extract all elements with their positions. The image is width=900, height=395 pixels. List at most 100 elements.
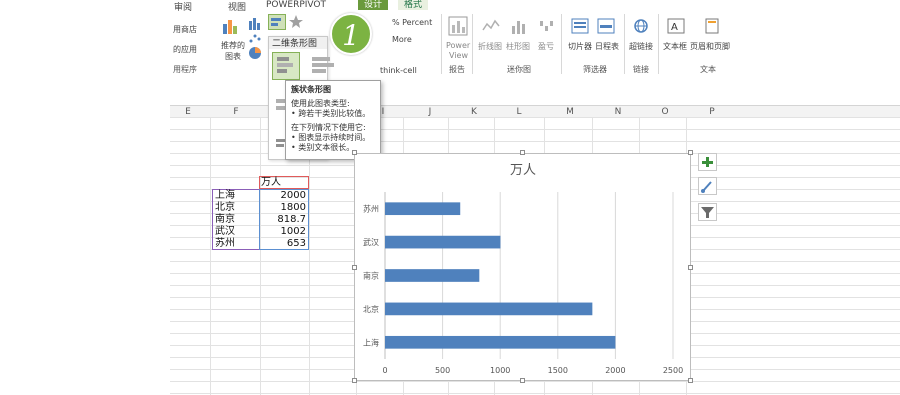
- ribbon-tabs: 审阅 视图 POWERPIVOT 设计 格式: [170, 0, 900, 13]
- column-header-m[interactable]: M: [550, 107, 590, 117]
- bar-dropdown-title: 二维条形图: [272, 39, 318, 49]
- x-tick-label: 500: [435, 366, 450, 375]
- recommended-charts-button[interactable]: 推荐的: [221, 40, 245, 51]
- cell-value[interactable]: 818.7: [262, 214, 306, 226]
- sparkline-column-icon: [510, 18, 528, 34]
- chart-title: 万人: [510, 163, 536, 178]
- y-category-label: 北京: [363, 304, 379, 314]
- ribbon-separator: [658, 14, 659, 74]
- bar-0: [385, 335, 616, 349]
- column-header-l[interactable]: L: [499, 107, 539, 117]
- star-chart-icon[interactable]: [288, 14, 306, 30]
- hyperlink-icon: [632, 18, 650, 34]
- chart-resize-handle[interactable]: [352, 150, 357, 155]
- sparkline-column-button[interactable]: 柱形图: [506, 41, 530, 52]
- x-tick-label: 2500: [663, 366, 683, 375]
- stacked-bar-thumbnail[interactable]: [310, 54, 338, 76]
- plus-icon: [702, 157, 713, 167]
- cell-city[interactable]: 南京: [215, 214, 235, 226]
- my-apps-button[interactable]: 的应用: [173, 44, 197, 55]
- sparkline-group-label: 迷你图: [507, 65, 531, 74]
- chart-resize-handle[interactable]: [688, 378, 693, 383]
- chart-canvas: 万人 0 500 1000 1500 2000 2500 上海 北京 南京 武汉 苏州: [363, 163, 683, 375]
- tooltip-use-label: 使用此图表类型:: [291, 99, 350, 108]
- cell-value[interactable]: 2000: [262, 190, 306, 202]
- filter-group-label: 筛选器: [583, 65, 607, 74]
- link-group-label: 链接: [633, 65, 649, 74]
- tab-review[interactable]: 审阅: [174, 0, 192, 13]
- x-tick-label: 0: [382, 366, 387, 375]
- tooltip-title: 簇状条形图: [291, 85, 331, 94]
- column-header-e[interactable]: E: [168, 107, 208, 117]
- hyperlink-button[interactable]: 超链接: [629, 41, 653, 52]
- paintbrush-icon: [701, 181, 712, 193]
- power-view-icon: [448, 16, 468, 36]
- scatter-chart-icon[interactable]: [247, 31, 265, 47]
- column-header-f[interactable]: F: [216, 107, 256, 117]
- step-number-badge: 1: [330, 13, 372, 55]
- clustered-bar-thumbnail[interactable]: [272, 52, 300, 80]
- tooltip-when-item: • 类别文本很长。: [291, 143, 355, 152]
- sparkline-line-button[interactable]: 折线图: [478, 41, 502, 52]
- grid-row-line: [170, 393, 900, 394]
- tab-format[interactable]: 格式: [398, 0, 429, 10]
- pie-chart-icon[interactable]: [247, 46, 265, 62]
- chart-resize-handle[interactable]: [520, 378, 525, 383]
- bar-chart[interactable]: 万人 0 500 1000 1500 2000 2500 上海 北京 南京 武汉 苏州: [354, 153, 691, 381]
- header-footer-icon: [703, 18, 721, 34]
- store-button[interactable]: 用商店: [173, 24, 197, 35]
- column-header-k[interactable]: K: [454, 107, 494, 117]
- column-header-n[interactable]: N: [598, 107, 638, 117]
- cell-city[interactable]: 苏州: [215, 238, 235, 250]
- bar-chart-dropdown-icon[interactable]: [268, 14, 286, 30]
- chart-styles-button[interactable]: [698, 177, 717, 195]
- bar-2: [385, 269, 480, 282]
- chart-resize-handle[interactable]: [688, 150, 693, 155]
- x-tick-label: 1000: [490, 366, 510, 375]
- timeline-icon: [597, 18, 615, 34]
- cell-value[interactable]: 653: [262, 238, 306, 250]
- y-category-label: 苏州: [363, 204, 379, 214]
- header-footer-button[interactable]: 页眉和页脚: [690, 41, 730, 52]
- tooltip-when-label: 在下列情况下使用它:: [291, 123, 366, 132]
- chart-resize-handle[interactable]: [520, 150, 525, 155]
- chart-resize-handle[interactable]: [352, 378, 357, 383]
- ribbon-separator: [441, 14, 442, 74]
- timeline-button[interactable]: 日程表: [595, 41, 619, 52]
- tab-design[interactable]: 设计: [358, 0, 389, 10]
- percent-label[interactable]: % Percent: [392, 18, 432, 27]
- slicer-button[interactable]: 切片器: [568, 41, 592, 52]
- sparkline-line-icon: [482, 18, 500, 34]
- tooltip-when-item: • 图表显示持续时间。: [291, 133, 371, 142]
- cell-city[interactable]: 北京: [215, 202, 235, 214]
- cell-value[interactable]: 1800: [262, 202, 306, 214]
- report-group-label: 报告: [449, 65, 465, 74]
- textbox-button[interactable]: 文本框: [663, 41, 687, 52]
- grid-column-line: [260, 118, 261, 395]
- chart-resize-handle[interactable]: [688, 265, 693, 270]
- chart-type-tooltip: 簇状条形图 使用此图表类型: • 跨若干类别比较值。 在下列情况下使用它: • …: [285, 80, 381, 160]
- cell-city[interactable]: 武汉: [215, 226, 235, 238]
- more-button[interactable]: More: [392, 35, 412, 44]
- recommended-charts-icon: [222, 18, 240, 34]
- cell-city[interactable]: 上海: [215, 190, 235, 202]
- x-tick-label: 1500: [548, 366, 568, 375]
- chart-filters-button[interactable]: [698, 203, 717, 221]
- apps-group-label: 用程序: [173, 65, 197, 74]
- sparkline-winloss-button[interactable]: 盈亏: [538, 41, 554, 52]
- cell-value[interactable]: 1002: [262, 226, 306, 238]
- column-chart-icon[interactable]: [247, 16, 265, 32]
- column-header-p[interactable]: P: [692, 107, 732, 117]
- power-view-button[interactable]: Power: [446, 41, 470, 50]
- column-header-j[interactable]: J: [410, 107, 450, 117]
- slicer-icon: [571, 18, 589, 34]
- ribbon-separator: [472, 14, 473, 74]
- grid-column-line: [210, 118, 211, 395]
- chart-elements-button[interactable]: [698, 153, 717, 171]
- tab-powerpivot[interactable]: POWERPIVOT: [266, 0, 326, 10]
- column-header-o[interactable]: O: [645, 107, 685, 117]
- tab-view[interactable]: 视图: [228, 0, 246, 13]
- x-tick-label: 2000: [605, 366, 625, 375]
- header-cell[interactable]: 万人: [261, 177, 281, 189]
- chart-resize-handle[interactable]: [352, 265, 357, 270]
